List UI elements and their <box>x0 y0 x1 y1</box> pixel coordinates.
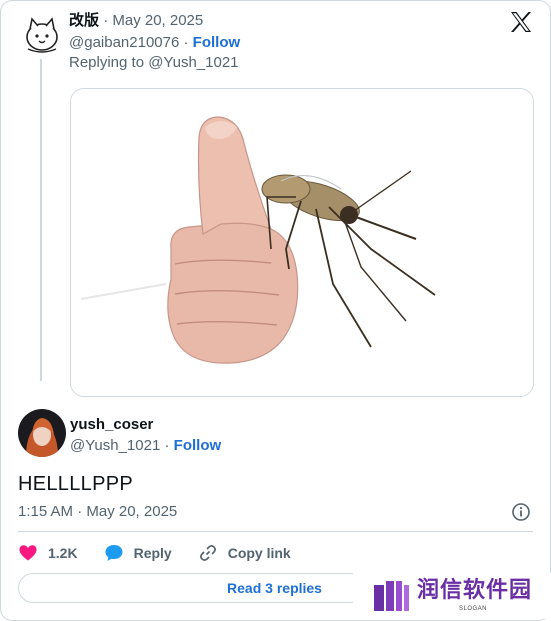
parent-author-handle[interactable]: @gaiban210076 <box>69 34 179 51</box>
like-count: 1.2K <box>48 545 78 561</box>
reply-button[interactable]: Reply <box>104 543 172 563</box>
info-icon[interactable] <box>511 502 531 522</box>
parent-tweet-date[interactable]: · May 20, 2025 <box>103 12 203 29</box>
author-avatar[interactable] <box>18 409 66 457</box>
thread-connector-line <box>40 59 42 381</box>
link-icon <box>199 545 216 561</box>
heart-icon <box>19 545 37 561</box>
watermark-text: 润信软件园 <box>417 577 533 602</box>
speech-bubble-icon <box>105 545 123 561</box>
action-bar: 1.2K Reply Copy link <box>18 542 317 564</box>
watermark-slogan: SLOGAN <box>459 606 488 612</box>
tweet-timestamp[interactable]: 1:15 AM · May 20, 2025 <box>18 502 177 522</box>
author-handle-row: @Yush_1021 · Follow <box>70 436 221 456</box>
like-button[interactable]: 1.2K <box>18 543 78 563</box>
separator-dot: · <box>183 34 189 51</box>
watermark-logo-icon <box>374 581 409 611</box>
parent-follow-link[interactable]: Follow <box>193 34 241 51</box>
parent-handle-row: @gaiban210076 · Follow <box>69 33 240 53</box>
parent-tweet-header: 改版 · May 20, 2025 <box>69 11 203 31</box>
author-handle[interactable]: @Yush_1021 <box>70 437 160 454</box>
replying-to-text[interactable]: Replying to @Yush_1021 <box>69 53 239 73</box>
separator-dot: · <box>164 437 170 454</box>
tweet-text: HELLLLPPP <box>18 473 133 495</box>
follow-link[interactable]: Follow <box>174 437 222 454</box>
author-name[interactable]: yush_coser <box>70 415 153 435</box>
copy-link-label: Copy link <box>227 545 291 561</box>
divider <box>18 531 533 532</box>
copy-link-button[interactable]: Copy link <box>198 543 291 563</box>
thumbs-up-mosquito-image <box>71 89 533 396</box>
parent-author-avatar[interactable] <box>22 15 62 55</box>
embedded-tweet-card: 改版 · May 20, 2025 @gaiban210076 · Follow… <box>0 0 551 621</box>
x-logo-icon[interactable] <box>509 10 533 34</box>
parent-author-name[interactable]: 改版 <box>69 12 99 29</box>
tweet-media-image[interactable] <box>70 88 534 397</box>
reply-label: Reply <box>133 545 172 561</box>
watermark: 润信软件园 SLOGAN <box>353 573 551 619</box>
